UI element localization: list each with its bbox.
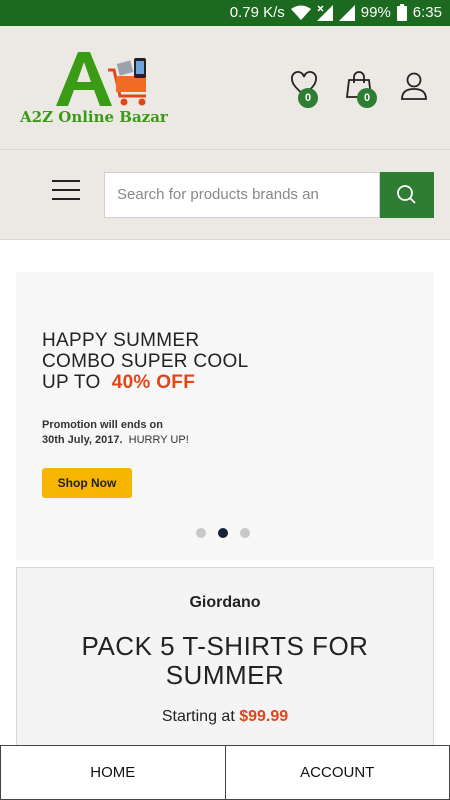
product-brand: Giordano <box>189 594 261 611</box>
battery-percent: 99% <box>360 4 391 21</box>
carousel-dot-1[interactable] <box>196 528 206 538</box>
clock: 6:35 <box>412 4 442 21</box>
carousel-indicators <box>196 528 250 538</box>
bottom-tab-bar: HOME ACCOUNT <box>0 745 450 800</box>
cart-button[interactable]: 0 <box>345 71 379 108</box>
promotion-line: Promotion will ends on <box>42 419 163 431</box>
banner-discount-prefix: UP TO <box>42 372 101 393</box>
account-button[interactable] <box>400 71 434 107</box>
search-icon <box>397 185 416 204</box>
product-title-line-1: PACK 5 T-SHIRTS FOR <box>81 631 369 661</box>
product-title-line-2: SUMMER <box>165 660 285 690</box>
network-speed: 0.79 K/s <box>229 4 285 21</box>
search-bar: Search for products brands an <box>0 150 450 240</box>
logo-text: A2Z Online Bazar <box>20 108 168 126</box>
app-header: A2Z Online Bazar 0 0 <box>0 26 450 150</box>
carousel-dot-3[interactable] <box>240 528 250 538</box>
product-card[interactable]: Giordano PACK 5 T-SHIRTS FOR SUMMER Star… <box>16 567 434 757</box>
battery-icon <box>396 4 407 21</box>
banner-line-1: HAPPY SUMMER <box>42 330 200 351</box>
search-button[interactable] <box>380 172 434 218</box>
signal-icon <box>338 4 355 21</box>
signal-x-icon <box>316 4 333 21</box>
promo-banner[interactable]: HAPPY SUMMER COMBO SUPER COOL UP TO 40% … <box>16 272 434 560</box>
price-amount: $99.99 <box>239 708 289 725</box>
search-input[interactable]: Search for products brands an <box>104 172 380 218</box>
wifi-icon <box>290 5 311 20</box>
product-price: Starting at $99.99 <box>17 708 433 726</box>
banner-line-3: UP TO 40% OFF <box>42 372 342 393</box>
banner-discount: 40% OFF <box>111 372 196 393</box>
carousel-dot-2[interactable] <box>218 528 228 538</box>
hamburger-menu-icon[interactable] <box>52 180 80 202</box>
promotion-date: 30th July, 2017. <box>42 434 123 446</box>
promotion-text: Promotion will ends on 30th July, 2017. … <box>42 418 189 448</box>
product-title: PACK 5 T-SHIRTS FOR SUMMER <box>17 632 433 690</box>
cart-count-badge: 0 <box>357 88 377 108</box>
status-bar: 0.79 K/s 99% 6:35 <box>0 0 450 26</box>
tab-home[interactable]: HOME <box>0 745 226 800</box>
banner-line-2: COMBO SUPER COOL <box>42 351 249 372</box>
wishlist-count-badge: 0 <box>298 88 318 108</box>
banner-headline: HAPPY SUMMER COMBO SUPER COOL UP TO 40% … <box>42 330 342 393</box>
tab-account[interactable]: ACCOUNT <box>225 745 450 800</box>
price-prefix: Starting at <box>161 708 235 725</box>
user-icon <box>401 72 427 100</box>
wishlist-button[interactable]: 0 <box>290 71 324 108</box>
shop-now-button[interactable]: Shop Now <box>42 468 132 498</box>
promotion-hurry: HURRY UP! <box>128 434 189 446</box>
